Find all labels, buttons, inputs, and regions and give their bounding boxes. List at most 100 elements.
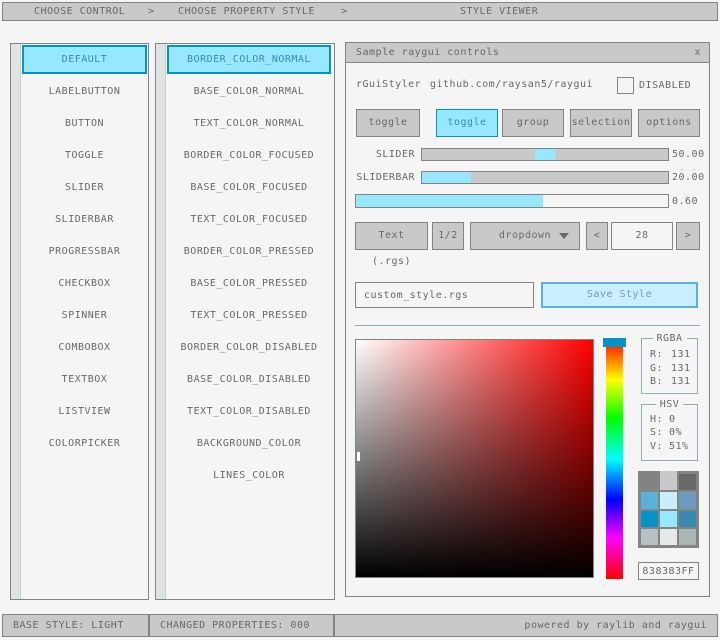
close-icon[interactable]: x bbox=[694, 43, 701, 62]
hsv-h-label: H: bbox=[650, 414, 663, 426]
window-titlebar[interactable]: Sample raygui controls x bbox=[346, 43, 709, 63]
repo-link[interactable]: github.com/raysan5/raygui bbox=[430, 78, 593, 92]
swatch-border-disabled[interactable] bbox=[641, 529, 658, 545]
progressbar-fill bbox=[356, 195, 543, 207]
toggle-group-item-group[interactable]: group bbox=[502, 109, 564, 137]
list-item-listview[interactable]: LISTVIEW bbox=[22, 397, 147, 426]
style-filename-input[interactable] bbox=[355, 282, 534, 308]
list-item-lines-color[interactable]: LINES_COLOR bbox=[167, 461, 331, 490]
controls-list-panel: DEFAULT LABELBUTTON BUTTON TOGGLE SLIDER… bbox=[10, 43, 149, 600]
toggle-group-item-options[interactable]: options bbox=[638, 109, 700, 137]
dropdown[interactable]: dropdown bbox=[470, 222, 580, 250]
separator-line bbox=[355, 325, 700, 326]
spinner-increment-button[interactable]: > bbox=[676, 222, 700, 250]
list-item-slider[interactable]: SLIDER bbox=[22, 173, 147, 202]
swatch-base-normal[interactable] bbox=[660, 471, 677, 490]
controls-list-scrollbar[interactable] bbox=[11, 44, 21, 599]
swatch-text-focused[interactable] bbox=[679, 492, 696, 508]
properties-list-panel: BORDER_COLOR_NORMAL BASE_COLOR_NORMAL TE… bbox=[155, 43, 335, 600]
rgba-b-value: 131 bbox=[671, 376, 691, 388]
slider-handle[interactable] bbox=[535, 149, 555, 160]
sample-controls-window: Sample raygui controls x rGuiStyler gith… bbox=[345, 42, 710, 597]
list-item-text-color-normal[interactable]: TEXT_COLOR_NORMAL bbox=[167, 109, 331, 138]
list-item-base-color-focused[interactable]: BASE_COLOR_FOCUSED bbox=[167, 173, 331, 202]
hue-bar[interactable] bbox=[606, 339, 623, 579]
list-item-toggle[interactable]: TOGGLE bbox=[22, 141, 147, 170]
dropdown-label: dropdown bbox=[499, 230, 551, 241]
disabled-checkbox-label: DISABLED bbox=[639, 79, 691, 93]
list-item-progressbar[interactable]: PROGRESSBAR bbox=[22, 237, 147, 266]
spinner-value[interactable]: 28 bbox=[611, 222, 673, 250]
list-item-button[interactable]: BUTTON bbox=[22, 109, 147, 138]
swatch-border-normal[interactable] bbox=[641, 474, 658, 490]
list-item-text-color-disabled[interactable]: TEXT_COLOR_DISABLED bbox=[167, 397, 331, 426]
list-item-border-color-pressed[interactable]: BORDER_COLOR_PRESSED bbox=[167, 237, 331, 266]
list-item-base-color-pressed[interactable]: BASE_COLOR_PRESSED bbox=[167, 269, 331, 298]
hsv-s-value: 0% bbox=[669, 427, 682, 439]
rgba-b-label: B: bbox=[650, 376, 663, 388]
list-item-background-color[interactable]: BACKGROUND_COLOR bbox=[167, 429, 331, 458]
rgba-g-value: 131 bbox=[671, 363, 691, 375]
swatch-base-focused[interactable] bbox=[660, 492, 677, 508]
list-item-checkbox[interactable]: CHECKBOX bbox=[22, 269, 147, 298]
swatch-text-pressed[interactable] bbox=[679, 511, 696, 527]
hsv-groupbox-title: HSV bbox=[656, 399, 684, 410]
toggle-button[interactable]: toggle bbox=[356, 109, 420, 137]
spinner-decrement-button[interactable]: < bbox=[586, 222, 608, 250]
hsv-s-label: S: bbox=[650, 427, 663, 439]
list-item-border-color-normal[interactable]: BORDER_COLOR_NORMAL bbox=[167, 45, 331, 74]
list-item-base-color-normal[interactable]: BASE_COLOR_NORMAL bbox=[167, 77, 331, 106]
hsv-h-value: 0 bbox=[669, 414, 676, 426]
app-name-label: rGuiStyler bbox=[356, 78, 421, 92]
swatch-text-disabled[interactable] bbox=[679, 529, 696, 545]
breadcrumb-step-viewer: STYLE VIEWER bbox=[460, 3, 538, 20]
swatch-border-pressed[interactable] bbox=[641, 511, 658, 527]
slider-label: SLIDER bbox=[346, 148, 415, 161]
chevron-down-icon bbox=[559, 233, 569, 239]
hue-bar-handle[interactable] bbox=[603, 338, 626, 347]
sliderbar[interactable] bbox=[421, 171, 669, 184]
list-item-labelbutton[interactable]: LABELBUTTON bbox=[22, 77, 147, 106]
rgba-groupbox-title: RGBA bbox=[652, 333, 686, 344]
window-title: Sample raygui controls bbox=[356, 43, 499, 62]
list-item-default[interactable]: DEFAULT bbox=[22, 45, 147, 74]
statusbar-base-style: BASE STYLE: LIGHT bbox=[2, 614, 149, 637]
list-item-border-color-focused[interactable]: BORDER_COLOR_FOCUSED bbox=[167, 141, 331, 170]
list-item-colorpicker[interactable]: COLORPICKER bbox=[22, 429, 147, 458]
rgba-g-label: G: bbox=[650, 363, 663, 375]
sliderbar-fill bbox=[422, 172, 471, 183]
list-item-base-color-disabled[interactable]: BASE_COLOR_DISABLED bbox=[167, 365, 331, 394]
toggle-group-item-toggle[interactable]: toggle bbox=[436, 109, 498, 137]
hsv-v-value: 51% bbox=[669, 441, 689, 453]
list-item-text-color-focused[interactable]: TEXT_COLOR_FOCUSED bbox=[167, 205, 331, 234]
text-rgs-button[interactable]: Text (.rgs) bbox=[355, 222, 428, 250]
swatch-text-normal[interactable] bbox=[679, 474, 696, 490]
list-item-sliderbar[interactable]: SLIDERBAR bbox=[22, 205, 147, 234]
list-item-border-color-disabled[interactable]: BORDER_COLOR_DISABLED bbox=[167, 333, 331, 362]
list-item-spinner[interactable]: SPINNER bbox=[22, 301, 147, 330]
swatch-base-disabled[interactable] bbox=[660, 529, 677, 545]
rgba-r-label: R: bbox=[650, 349, 663, 361]
swatch-border-focused[interactable] bbox=[641, 492, 658, 508]
hex-color-input[interactable] bbox=[638, 562, 699, 580]
list-item-textbox[interactable]: TEXTBOX bbox=[22, 365, 147, 394]
hsv-v-label: V: bbox=[650, 441, 663, 453]
save-style-button[interactable]: Save Style bbox=[541, 282, 698, 308]
slider[interactable] bbox=[421, 148, 669, 161]
properties-list-scrollbar[interactable] bbox=[156, 44, 166, 599]
rgba-groupbox: RGBA R: 131 G: 131 B: 131 bbox=[641, 338, 698, 394]
disabled-checkbox[interactable] bbox=[617, 77, 634, 94]
sliderbar-label: SLIDERBAR bbox=[346, 171, 415, 184]
list-item-text-color-pressed[interactable]: TEXT_COLOR_PRESSED bbox=[167, 301, 331, 330]
half-button[interactable]: 1/2 bbox=[432, 222, 464, 250]
color-saturation-value-panel[interactable] bbox=[355, 339, 594, 578]
list-item-combobox[interactable]: COMBOBOX bbox=[22, 333, 147, 362]
color-panel-marker[interactable] bbox=[357, 452, 360, 461]
hsv-groupbox: HSV H: 0 S: 0% V: 51% bbox=[641, 404, 698, 461]
breadcrumb-step-property: CHOOSE PROPERTY STYLE bbox=[178, 3, 315, 20]
progressbar bbox=[355, 194, 669, 208]
swatch-base-pressed[interactable] bbox=[660, 511, 677, 527]
slider-value: 50.00 bbox=[672, 148, 710, 161]
breadcrumb-step-control: CHOOSE CONTROL bbox=[34, 3, 125, 20]
toggle-group-item-selection[interactable]: selection bbox=[570, 109, 632, 137]
